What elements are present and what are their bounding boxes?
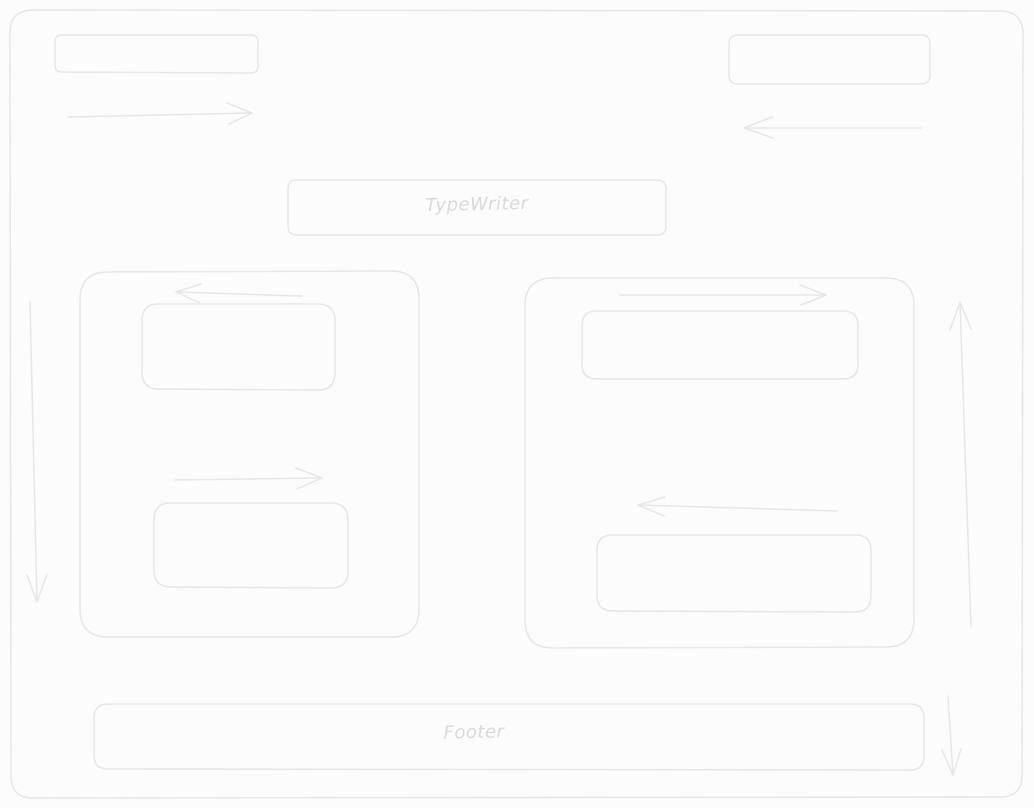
right-container-arrow-bottom xyxy=(637,496,838,517)
right-container-box-bottom xyxy=(596,534,872,613)
right-container xyxy=(524,277,915,649)
left-container-box-bottom xyxy=(153,502,349,589)
footer-side-arrow xyxy=(941,695,962,776)
right-container-arrow-top xyxy=(619,284,827,306)
left-vertical-arrow xyxy=(26,301,48,603)
top-left-arrow xyxy=(67,102,253,125)
right-container-box-top xyxy=(581,310,859,380)
left-container xyxy=(79,270,420,638)
top-right-arrow xyxy=(743,116,922,139)
left-container-box-top xyxy=(141,303,336,391)
diagram-canvas: TypeWriter Footer xyxy=(0,0,1034,808)
top-right-box xyxy=(728,34,931,85)
left-container-arrow-bottom xyxy=(174,467,323,490)
right-vertical-arrow xyxy=(949,301,972,628)
diagram-drawing xyxy=(9,9,1024,799)
top-left-box xyxy=(54,34,259,74)
left-container-arrow-top xyxy=(175,283,303,304)
